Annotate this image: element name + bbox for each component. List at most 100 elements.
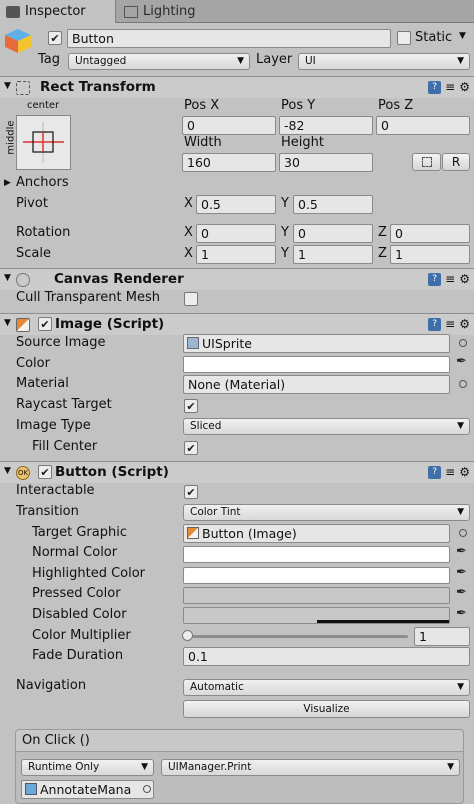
interactable-checkbox[interactable] xyxy=(184,485,198,499)
help-book-icon[interactable]: ? xyxy=(428,80,442,94)
pos-x-label: Pos X xyxy=(184,98,220,113)
help-book-icon[interactable]: ? xyxy=(428,272,442,286)
preset-icon[interactable]: ≡ xyxy=(445,317,455,331)
image-type-label: Image Type xyxy=(16,418,91,433)
help-book-icon[interactable]: ? xyxy=(428,465,442,479)
preset-icon[interactable]: ≡ xyxy=(445,80,455,94)
rot-x-field[interactable]: 0 xyxy=(196,224,276,243)
anchor-preset-button[interactable] xyxy=(16,115,71,170)
fold-arrow-icon[interactable]: ▼ xyxy=(4,466,11,476)
tab-lighting[interactable]: Lighting xyxy=(118,0,238,23)
static-dropdown-arrow-icon[interactable]: ▼ xyxy=(459,31,466,41)
rot-z-field[interactable]: 0 xyxy=(390,224,470,243)
image-enabled-checkbox[interactable] xyxy=(38,317,52,331)
color-swatch[interactable] xyxy=(183,356,450,373)
fold-arrow-icon[interactable]: ▼ xyxy=(4,273,11,283)
blueprint-mode-button[interactable] xyxy=(412,153,441,171)
eyedropper-icon[interactable]: ✒ xyxy=(456,544,467,559)
target-object-field[interactable]: AnnotateMana xyxy=(21,780,154,799)
tag-dropdown[interactable]: Untagged ▼ xyxy=(68,53,250,70)
object-picker-icon[interactable] xyxy=(459,339,467,347)
height-field[interactable]: 30 xyxy=(279,153,373,172)
target-graphic-field[interactable]: Button (Image) xyxy=(183,524,450,543)
scale-z-field[interactable]: 1 xyxy=(390,245,470,264)
onclick-header: On Click () xyxy=(16,730,463,752)
anchors-fold-icon[interactable]: ▶ xyxy=(4,178,11,188)
multiplier-field[interactable]: 1 xyxy=(414,627,470,646)
pressed-color-swatch[interactable] xyxy=(183,587,450,604)
pivot-y-field[interactable]: 0.5 xyxy=(293,195,373,214)
object-picker-icon[interactable] xyxy=(459,380,467,388)
gear-icon[interactable]: ⚙ xyxy=(459,80,470,94)
scale-z-axis: Z xyxy=(378,246,387,261)
image-type-dropdown[interactable]: Sliced ▼ xyxy=(183,418,470,435)
pivot-x-field[interactable]: 0.5 xyxy=(196,195,276,214)
fill-center-checkbox[interactable] xyxy=(184,441,198,455)
name-field[interactable]: Button xyxy=(67,29,391,48)
normal-color-swatch[interactable] xyxy=(183,546,450,563)
navigation-dropdown[interactable]: Automatic ▼ xyxy=(183,679,470,696)
canvas-renderer-header[interactable]: ▼ Canvas Renderer ? ≡ ⚙ xyxy=(0,268,474,290)
object-picker-icon[interactable] xyxy=(459,529,467,537)
static-checkbox[interactable] xyxy=(397,31,411,45)
pos-y-label: Pos Y xyxy=(281,98,316,113)
anchor-side-label: middle xyxy=(5,120,17,155)
width-label: Width xyxy=(184,135,222,150)
layer-dropdown[interactable]: UI ▼ xyxy=(298,53,470,70)
gear-icon[interactable]: ⚙ xyxy=(459,272,470,286)
fold-arrow-icon[interactable]: ▼ xyxy=(4,318,11,328)
anchors-label[interactable]: Anchors xyxy=(16,175,69,190)
gear-icon[interactable]: ⚙ xyxy=(459,465,470,479)
button-enabled-checkbox[interactable] xyxy=(38,465,52,479)
raycast-checkbox[interactable] xyxy=(184,399,198,413)
eyedropper-icon[interactable]: ✒ xyxy=(456,565,467,580)
transition-dropdown[interactable]: Color Tint ▼ xyxy=(183,504,470,521)
raycast-label: Raycast Target xyxy=(16,397,112,412)
runtime-dropdown[interactable]: Runtime Only ▼ xyxy=(21,759,154,776)
help-book-icon[interactable]: ? xyxy=(428,317,442,331)
pos-z-field[interactable]: 0 xyxy=(376,116,470,135)
info-icon xyxy=(6,5,20,18)
cull-checkbox[interactable] xyxy=(184,292,198,306)
tag-label: Tag xyxy=(38,52,61,67)
function-dropdown[interactable]: UIManager.Print ▼ xyxy=(161,759,460,776)
pos-y-field[interactable]: -82 xyxy=(279,116,373,135)
gear-icon[interactable]: ⚙ xyxy=(459,317,470,331)
eyedropper-icon[interactable]: ✒ xyxy=(456,354,467,369)
eyedropper-icon[interactable]: ✒ xyxy=(456,606,467,621)
eyedropper-icon[interactable]: ✒ xyxy=(456,585,467,600)
highlighted-color-swatch[interactable] xyxy=(183,567,450,584)
source-image-field[interactable]: UISprite xyxy=(183,334,450,353)
fold-arrow-icon[interactable]: ▼ xyxy=(4,81,11,91)
target-graphic-label: Target Graphic xyxy=(32,525,127,540)
multiplier-slider-thumb[interactable] xyxy=(182,630,193,641)
image-script-header[interactable]: ▼ Image (Script) ? ≡ ⚙ xyxy=(0,313,474,335)
rot-y-field[interactable]: 0 xyxy=(293,224,373,243)
interactable-label: Interactable xyxy=(16,483,95,498)
multiplier-slider-track[interactable] xyxy=(186,635,408,638)
visualize-button[interactable]: Visualize xyxy=(183,700,470,718)
tab-inspector[interactable]: Inspector xyxy=(0,0,116,23)
preset-icon[interactable]: ≡ xyxy=(445,272,455,286)
layer-value: UI xyxy=(305,55,316,67)
material-field[interactable]: None (Material) xyxy=(183,375,450,394)
width-field[interactable]: 160 xyxy=(182,153,276,172)
disabled-color-swatch[interactable] xyxy=(183,607,450,624)
pos-x-field[interactable]: 0 xyxy=(182,116,276,135)
scale-x-axis: X xyxy=(184,246,193,261)
pivot-label: Pivot xyxy=(16,196,48,211)
object-picker-icon[interactable] xyxy=(143,785,151,793)
button-script-header[interactable]: ▼ OK Button (Script) ? ≡ ⚙ xyxy=(0,461,474,483)
preset-icon[interactable]: ≡ xyxy=(445,465,455,479)
scale-y-field[interactable]: 1 xyxy=(293,245,373,264)
raw-edit-button[interactable]: R xyxy=(442,153,470,171)
layer-label: Layer xyxy=(256,52,293,67)
active-checkbox[interactable] xyxy=(48,31,62,45)
color-multiplier-label: Color Multiplier xyxy=(32,628,131,643)
scale-y-axis: Y xyxy=(281,246,289,261)
image-script-title: Image (Script) xyxy=(55,316,165,332)
fade-duration-field[interactable]: 0.1 xyxy=(183,647,470,666)
scale-x-field[interactable]: 1 xyxy=(196,245,276,264)
chevron-down-icon: ▼ xyxy=(237,56,244,66)
rect-transform-header[interactable]: ▼ Rect Transform ? ≡ ⚙ xyxy=(0,76,474,98)
